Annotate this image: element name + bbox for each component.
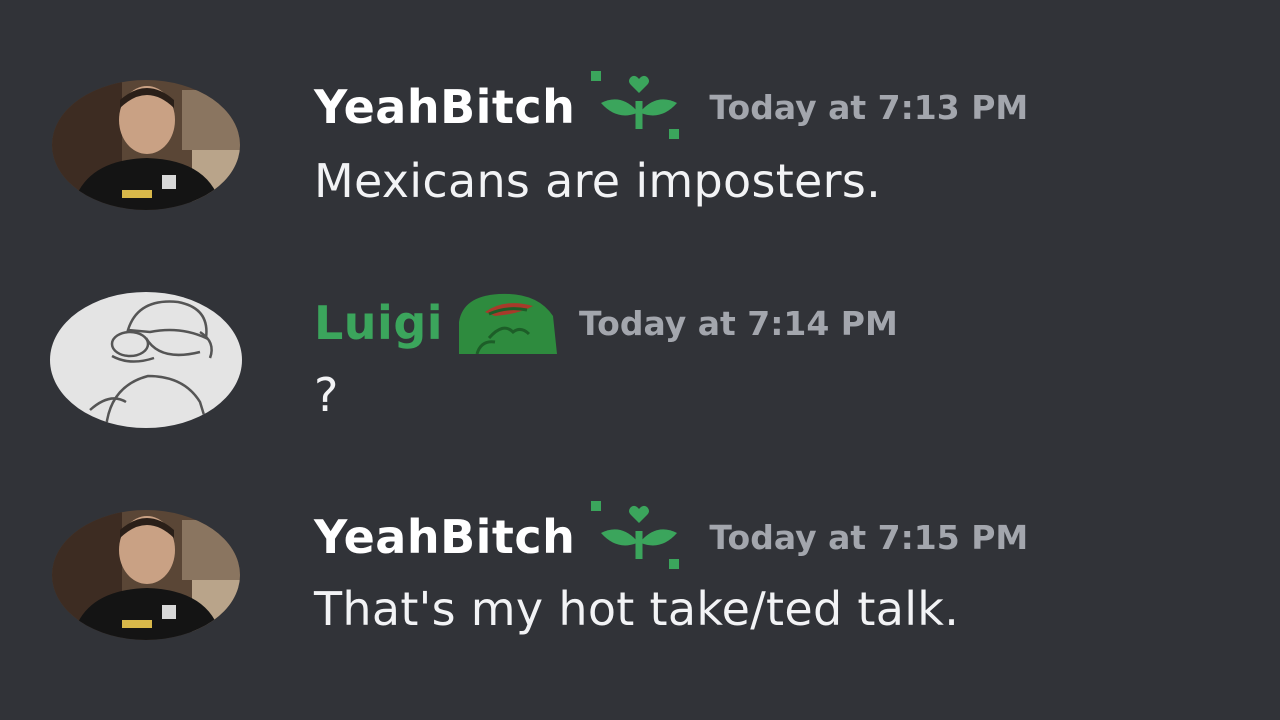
user-photo-icon — [52, 80, 240, 210]
timestamp: Today at 7:15 PM — [709, 517, 1029, 557]
username[interactable]: YeahBitch — [314, 80, 575, 134]
user-photo-icon — [52, 510, 240, 640]
username[interactable]: YeahBitch — [314, 510, 575, 564]
pepe-frog-icon[interactable] — [459, 292, 558, 354]
username[interactable]: Luigi — [314, 296, 443, 350]
message-content: Mexicans are imposters. — [314, 154, 882, 208]
timestamp: Today at 7:14 PM — [579, 303, 898, 343]
message-content: That's my hot take/ted talk. — [314, 582, 960, 636]
sprout-icon[interactable] — [591, 71, 687, 143]
avatar[interactable] — [50, 292, 242, 428]
sketch-avatar-icon — [50, 292, 242, 428]
message-header: Luigi Today at 7:14 PM — [314, 292, 898, 354]
timestamp: Today at 7:13 PM — [709, 87, 1029, 127]
avatar[interactable] — [52, 80, 240, 210]
avatar[interactable] — [52, 510, 240, 640]
message-header: YeahBitch Today at 7:15 PM — [314, 501, 1029, 569]
message-content: ? — [314, 368, 339, 422]
message-header: YeahBitch Today at 7:13 PM — [314, 71, 1029, 139]
sprout-icon[interactable] — [591, 501, 687, 573]
